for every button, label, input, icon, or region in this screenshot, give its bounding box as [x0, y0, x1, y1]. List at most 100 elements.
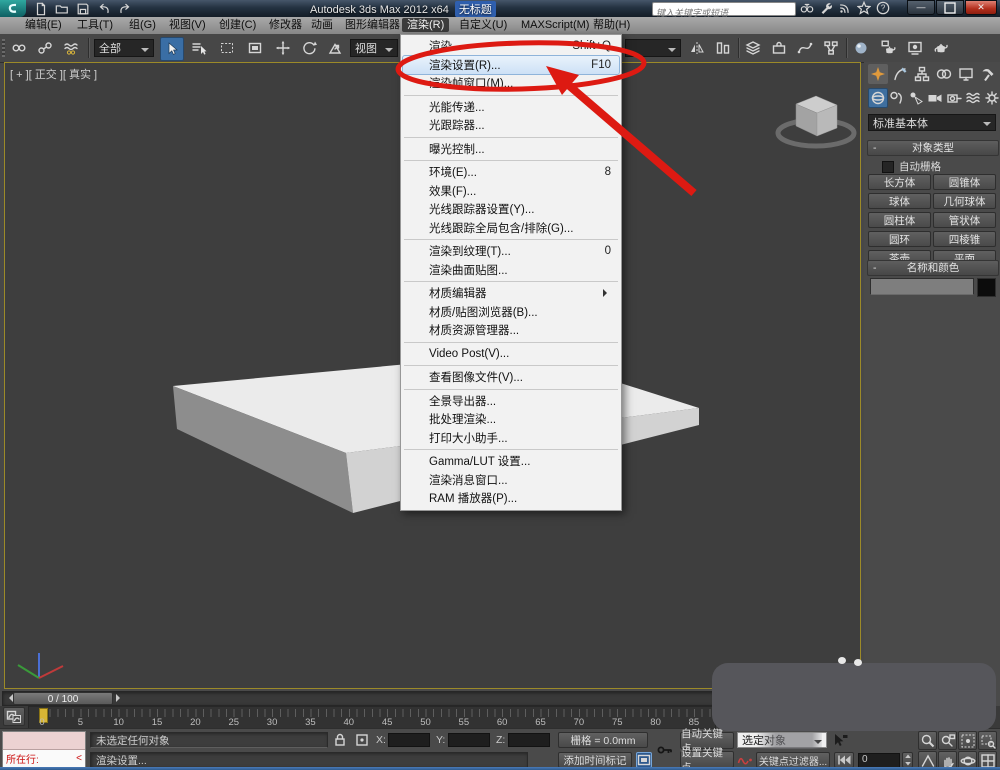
menubar-item[interactable]: MAXScript(M): [516, 18, 594, 32]
subtab-space-warps[interactable]: [963, 88, 983, 108]
menubar-item[interactable]: 组(G): [124, 18, 161, 32]
select-flag-icon[interactable]: [832, 732, 848, 748]
render-menu-item[interactable]: 渲染Shift+Q: [401, 37, 621, 56]
render-menu-item[interactable]: 环境(E)...8: [401, 163, 621, 182]
maxscript-mini-listener[interactable]: 所在行: <: [2, 731, 86, 769]
primitive-button[interactable]: 长方体: [868, 174, 931, 190]
render-menu-item[interactable]: 曝光控制...: [401, 140, 621, 159]
render-menu-item[interactable]: 光跟踪器...: [401, 116, 621, 135]
object-type-rollout[interactable]: -对象类型: [867, 140, 999, 156]
time-slider-handle[interactable]: 0 / 100: [13, 692, 113, 705]
curve-editor-icon[interactable]: [794, 37, 816, 59]
window-crossing-icon[interactable]: [244, 37, 266, 59]
primitive-button[interactable]: 四棱锥: [933, 231, 996, 247]
toolbar-drag-handle[interactable]: [2, 39, 5, 57]
undo-icon[interactable]: [97, 2, 111, 16]
zoom-extents-icon[interactable]: [958, 731, 977, 750]
primitive-category-dropdown[interactable]: 标准基本体: [868, 114, 996, 131]
redo-icon[interactable]: [118, 2, 132, 16]
menubar-item[interactable]: 工具(T): [72, 18, 118, 32]
menubar-item[interactable]: 自定义(U): [454, 18, 512, 32]
communication-center-icon[interactable]: [838, 1, 852, 15]
reference-coordinate-dropdown[interactable]: 视图: [350, 39, 398, 57]
selection-set-dropdown[interactable]: 选定对象: [737, 732, 827, 748]
track-bar-ruler[interactable]: 0510152025303540455055606570758085: [28, 706, 716, 730]
render-menu-item[interactable]: 渲染消息窗口...: [401, 471, 621, 490]
primitive-button[interactable]: 圆柱体: [868, 212, 931, 228]
open-file-icon[interactable]: [55, 2, 69, 16]
select-by-name-icon[interactable]: [188, 37, 210, 59]
render-menu-item[interactable]: 打印大小助手...: [401, 429, 621, 448]
new-file-icon[interactable]: [34, 2, 48, 16]
tab-display[interactable]: [956, 64, 976, 84]
key-filters-button[interactable]: 关键点过滤器...: [756, 752, 830, 768]
select-and-scale-icon[interactable]: [324, 37, 346, 59]
absolute-mode-icon[interactable]: [354, 732, 370, 748]
wrench-icon[interactable]: [819, 1, 833, 15]
subtab-cameras[interactable]: [925, 88, 945, 108]
add-time-tag-button[interactable]: 添加时间标记: [558, 752, 632, 768]
set-key-button[interactable]: 设置关键点: [680, 751, 734, 768]
subtab-systems[interactable]: [982, 88, 1000, 108]
maximize-button[interactable]: [936, 0, 964, 15]
tab-hierarchy[interactable]: [912, 64, 932, 84]
render-menu-item[interactable]: 光线跟踪器设置(Y)...: [401, 200, 621, 219]
select-and-link-icon[interactable]: [8, 37, 30, 59]
tab-motion[interactable]: [934, 64, 954, 84]
render-menu-item[interactable]: 全景导出器...: [401, 392, 621, 411]
material-editor-icon[interactable]: [850, 37, 872, 59]
name-input[interactable]: [871, 279, 977, 296]
render-menu-item[interactable]: 材质资源管理器...: [401, 321, 621, 340]
render-menu-item[interactable]: 渲染设置(R)...F10: [403, 56, 619, 75]
select-and-rotate-icon[interactable]: [298, 37, 320, 59]
render-menu-item[interactable]: RAM 播放器(P)...: [401, 489, 621, 508]
render-menu-item[interactable]: 效果(F)...: [401, 182, 621, 201]
render-menu-item[interactable]: 光线跟踪全局包含/排除(G)...: [401, 219, 621, 238]
listener-script-line[interactable]: 所在行: <: [3, 750, 85, 767]
graphite-modeling-icon[interactable]: [768, 37, 790, 59]
render-menu-item[interactable]: 渲染曲面贴图...: [401, 261, 621, 280]
primitive-button[interactable]: 球体: [868, 193, 931, 209]
subtab-geometry[interactable]: [868, 88, 888, 108]
app-logo-icon[interactable]: [0, 0, 26, 17]
render-menu-item[interactable]: 渲染到纹理(T)...0: [401, 242, 621, 261]
autogrid-checkbox[interactable]: 自动栅格: [882, 159, 941, 174]
save-icon[interactable]: [76, 2, 90, 16]
schematic-view-icon[interactable]: [820, 37, 842, 59]
rectangular-selection-region-icon[interactable]: [216, 37, 238, 59]
select-and-move-icon[interactable]: [272, 37, 294, 59]
render-menu-item[interactable]: 渲染帧窗口(M)...: [401, 74, 621, 93]
render-setup-icon[interactable]: [878, 37, 900, 59]
tab-create[interactable]: [868, 64, 888, 84]
selection-filter-dropdown[interactable]: 全部: [94, 39, 154, 57]
prev-frame-arrow[interactable]: [5, 694, 13, 702]
mirror-icon[interactable]: [686, 37, 708, 59]
subtab-helpers[interactable]: [944, 88, 964, 108]
bind-to-space-warp-icon[interactable]: [60, 37, 82, 59]
menubar-item[interactable]: 帮助(H): [588, 18, 635, 32]
layer-manager-icon[interactable]: [742, 37, 764, 59]
search-binoculars-icon[interactable]: [800, 1, 814, 15]
key-mode-icon[interactable]: [737, 752, 753, 768]
selection-lock-icon[interactable]: [332, 732, 348, 748]
menubar-item[interactable]: 编辑(E): [20, 18, 67, 32]
current-frame-field[interactable]: 0: [858, 753, 900, 768]
zoom-region-icon[interactable]: [978, 731, 997, 750]
primitive-button[interactable]: 管状体: [933, 212, 996, 228]
render-menu-item[interactable]: 批处理渲染...: [401, 410, 621, 429]
rendered-frame-window-icon[interactable]: [904, 37, 926, 59]
render-menu-item[interactable]: 材质/贴图浏览器(B)...: [401, 303, 621, 322]
infocenter-search[interactable]: [652, 2, 796, 16]
isolate-toggle-button[interactable]: [636, 752, 652, 768]
subtab-lights[interactable]: [906, 88, 926, 108]
render-menu-item[interactable]: 材质编辑器: [401, 284, 621, 303]
menubar-item[interactable]: 图形编辑器: [340, 18, 405, 32]
primitive-button[interactable]: 圆环: [868, 231, 931, 247]
object-name-field[interactable]: [870, 278, 974, 295]
close-button[interactable]: ✕: [965, 0, 997, 15]
align-icon[interactable]: [712, 37, 734, 59]
time-slider-track[interactable]: 0 / 100: [2, 691, 715, 706]
frame-spinner[interactable]: [902, 752, 913, 768]
favorites-star-icon[interactable]: [857, 1, 871, 15]
menubar-item[interactable]: 动画: [306, 18, 338, 32]
